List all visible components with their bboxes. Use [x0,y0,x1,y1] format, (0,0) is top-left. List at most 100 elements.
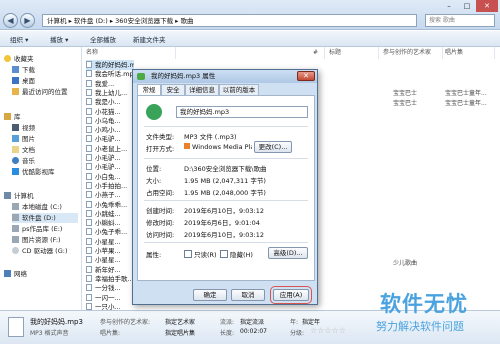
mp3-file-icon [8,317,24,337]
disk-size-label: 占用空间: [146,189,175,197]
mp3-file-icon [86,144,92,152]
checkbox-box [184,250,192,258]
nav-favorites[interactable]: 收藏夹 [4,54,34,64]
advanced-button[interactable]: 高级(D)... [268,247,308,259]
details-album-value[interactable]: 指定唱片集 [165,328,195,337]
cancel-button[interactable]: 取消 [231,289,265,301]
column-header-artist[interactable]: 参与创作的艺术家 [383,47,443,59]
breadcrumb-drive[interactable]: 软件盘 (D:) [74,17,108,25]
change-button[interactable]: 更改(C)... [254,141,292,153]
ok-button[interactable]: 确定 [193,289,227,301]
navigation-pane: 收藏夹 下载 桌面 最近访问的位置 库 视频 图片 文档 音乐 优酷影视库 计算… [0,47,82,310]
nav-drive-f[interactable]: 图片资源 (F:) [12,235,61,245]
breadcrumb-computer[interactable]: 计算机 [47,17,67,25]
file-name: 小毛驴... [95,163,121,172]
tab-previous-versions[interactable]: 以前的版本 [219,84,259,95]
hidden-checkbox[interactable]: 隐藏(H) [220,249,253,259]
nav-videos[interactable]: 视频 [12,123,35,133]
network-icon [4,270,11,277]
organize-button[interactable]: 组织 ▾ [10,34,28,44]
details-rating-label: 分级: [290,330,305,337]
new-folder-button[interactable]: 新建文件夹 [133,34,166,44]
size-label: 大小: [146,177,162,185]
breadcrumb-current[interactable]: 歌曲 [180,17,193,25]
rating-stars[interactable]: ☆☆☆☆☆ [310,326,346,335]
file-name: 一闪一... [95,293,121,302]
attributes-label: 属性: [146,251,162,259]
file-name: 我会听话.mp3 [95,70,134,79]
back-button[interactable]: ◀ [3,13,18,28]
play-button[interactable]: 播放 ▾ [50,34,68,44]
mp3-file-icon [86,265,92,273]
file-name: 小星星... [95,237,121,246]
nav-drive-e[interactable]: ps作品库 (E:) [12,224,62,234]
nav-pictures[interactable]: 图片 [12,134,35,144]
close-window-button[interactable]: ✕ [476,0,498,12]
details-artist-value[interactable]: 指定艺术家 [165,317,195,326]
dialog-close-button[interactable]: ✕ [297,71,315,81]
nav-downloads[interactable]: 下载 [12,65,35,75]
mp3-file-icon [86,302,92,310]
general-panel: 我的好妈妈.mp3 文件类型: MP3 文件 (.mp3) 打开方式: Wind… [137,95,315,281]
search-input[interactable]: 搜索 歌曲 [425,14,495,27]
nav-youku[interactable]: 优酷影视库 [12,167,55,177]
mp3-file-icon [86,200,92,208]
nav-desktop[interactable]: 桌面 [12,76,35,86]
mp3-file-icon [86,61,92,68]
nav-libraries[interactable]: 库 [4,112,21,122]
details-album-label: 唱片集: [100,330,121,337]
mp3-file-icon [86,79,92,87]
details-genre-label: 流派: [220,319,235,326]
music-icon [12,157,19,164]
play-all-button[interactable]: 全部播放 [90,34,116,44]
breadcrumb-folder[interactable]: 360安全浏览器下载 [115,17,173,25]
apply-button[interactable]: 应用(A) [270,286,312,304]
nav-drive-c[interactable]: 本地磁盘 (C:) [12,202,62,212]
nav-drive-d[interactable]: 软件盘 (D:) [12,213,78,223]
mp3-file-icon [86,135,92,143]
nav-music[interactable]: 音乐 [12,156,35,166]
column-header-title[interactable]: 标题 [329,47,379,59]
drive-icon [12,236,19,243]
nav-computer[interactable]: 计算机 [4,191,34,201]
details-year-value[interactable]: 指定年 [302,317,320,326]
column-header-number[interactable]: # [313,47,325,59]
artist-cell: 宝宝巴士 [393,90,418,97]
size-value: 1.95 MB (2,047,311 字节) [184,177,266,185]
file-name: 我上幼儿... [95,88,128,97]
readonly-checkbox[interactable]: 只读(R) [184,249,217,259]
media-file-icon [137,73,145,80]
divider [144,200,308,201]
forward-button[interactable]: ▶ [20,13,35,28]
nav-documents[interactable]: 文档 [12,145,35,155]
nav-recent[interactable]: 最近访问的位置 [12,87,68,97]
minimize-button[interactable]: – [440,0,458,12]
mp3-file-icon [86,284,92,292]
document-icon [12,146,19,153]
modified-value: 2019年6月6日，9:01:04 [184,219,260,227]
maximize-button[interactable]: □ [458,0,476,12]
details-genre-value[interactable]: 指定流派 [240,317,264,326]
tab-security[interactable]: 安全 [161,84,185,95]
filename-field[interactable]: 我的好妈妈.mp3 [176,106,308,118]
media-player-small-icon [184,143,190,149]
column-header-album[interactable]: 唱片集 [445,47,495,59]
watermark-subtitle: 努力解决软件问题 [376,320,464,333]
file-type-label: 文件类型: [146,133,175,141]
watermark-title: 软件无忧 [380,292,468,316]
file-name: 小乌龟... [95,116,121,125]
column-header-name[interactable]: 名称 [86,47,176,59]
artist-cell: 少儿歌曲 [393,260,418,267]
drive-icon [12,214,19,221]
file-name: 小毛驴... [95,154,121,162]
file-name: 一分钱... [95,284,121,293]
file-name: 小兔乖乖... [95,200,128,209]
nav-network[interactable]: 网络 [4,269,27,279]
nav-drive-g[interactable]: CD 驱动器 (G:) [12,246,67,256]
file-name: 新年好... [95,265,121,274]
recent-folder-icon [12,88,19,95]
tab-details[interactable]: 详细信息 [185,84,219,95]
mp3-file-icon [86,256,92,264]
address-bar[interactable]: 计算机 ▸ 软件盘 (D:) ▸ 360安全浏览器下载 ▸ 歌曲 [42,14,417,27]
details-artist-label: 参与创作的艺术家: [100,319,151,326]
